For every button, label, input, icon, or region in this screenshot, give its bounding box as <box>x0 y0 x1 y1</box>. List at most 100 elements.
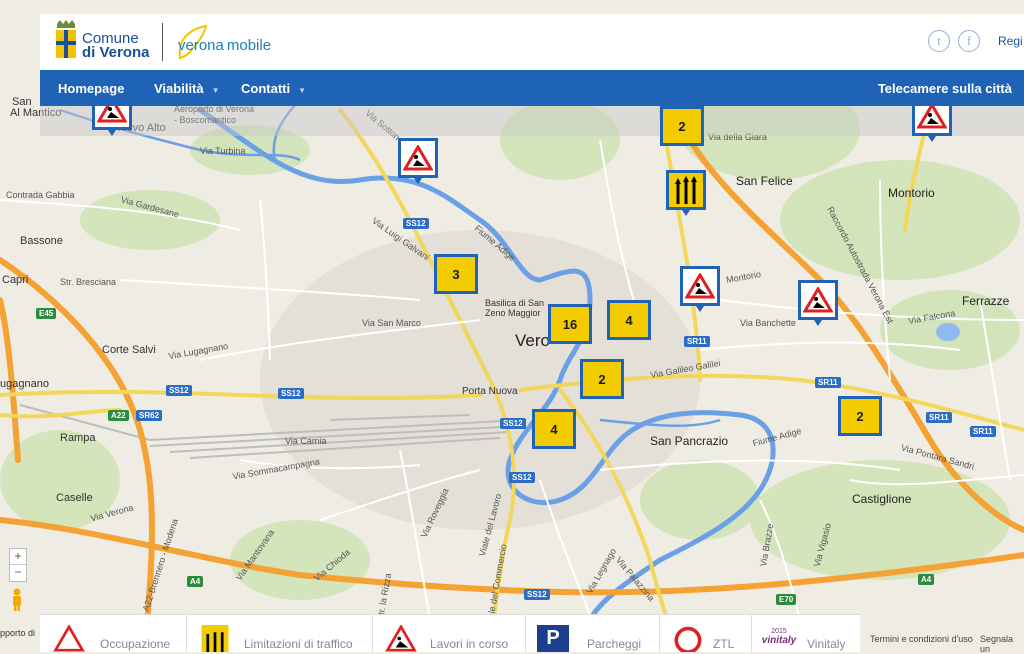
roadworks-icon <box>685 273 715 299</box>
main-nav: Homepage Viabilità ▼ Contatti ▼ Telecamere… <box>40 70 1024 106</box>
lane-restriction-icon <box>675 176 697 204</box>
legend-item-parcheggi[interactable]: P Parcheggi <box>525 615 660 652</box>
cluster-count: 2 <box>663 109 701 143</box>
cluster-marker[interactable]: 2 <box>838 396 882 436</box>
map-label: Porta Nuova <box>462 386 518 397</box>
brand-part2: mobile <box>226 37 272 54</box>
legend-item-lavori[interactable]: Lavori in corso <box>372 615 526 652</box>
cluster-count: 4 <box>535 412 573 446</box>
facebook-icon[interactable]: f <box>958 30 980 52</box>
comune-name[interactable]: Comune di Verona <box>82 31 150 61</box>
roadworks-icon <box>385 625 417 652</box>
roadworks-marker[interactable] <box>798 280 838 326</box>
ztl-icon <box>674 626 702 652</box>
roadworks-icon <box>403 145 433 171</box>
cluster-marker[interactable]: 2 <box>660 106 704 146</box>
cluster-count: 2 <box>583 362 621 396</box>
road-shield: SR11 <box>684 336 710 347</box>
vinitaly-icon: 2015 vinitaly <box>759 627 799 654</box>
road-shield: SS12 <box>278 388 304 399</box>
cluster-count: 2 <box>841 399 879 433</box>
map-label: Bassone <box>20 235 63 247</box>
map-label: Capri <box>2 274 29 286</box>
legend-label: ZTL <box>713 637 735 651</box>
register-link[interactable]: Regi <box>998 34 1023 48</box>
road-shield: A4 <box>187 576 204 587</box>
legend-label: Parcheggi <box>587 637 642 651</box>
roadworks-marker[interactable] <box>398 138 438 184</box>
map-label: Corte Salvi <box>102 344 156 356</box>
comune-line2: di Verona <box>82 44 150 61</box>
legend-label: Occupazione <box>100 637 171 651</box>
map-label: San Pancrazio <box>650 434 729 448</box>
roadworks-marker[interactable] <box>680 266 720 312</box>
site-header: Comune di Verona verona mobile t f Regi <box>40 14 1024 73</box>
map-label: San Felice <box>736 174 793 188</box>
map-label: Caselle <box>56 492 93 504</box>
map-label: Via San Marco <box>362 318 421 328</box>
chevron-down-icon: ▼ <box>298 86 307 95</box>
parking-icon: P <box>537 625 569 652</box>
nav-item-telecamere[interactable]: Telecamere sulla città <box>878 81 1012 96</box>
map-overlay-bar <box>40 106 1024 136</box>
legend-label: Limitazioni di traffico <box>244 637 353 651</box>
road-shield: SR11 <box>970 426 996 437</box>
cluster-marker[interactable]: 4 <box>607 300 651 340</box>
legend-item-occupazione[interactable]: Occupazione <box>40 615 187 652</box>
nav-label: Contatti <box>241 81 291 96</box>
cluster-count: 3 <box>437 257 475 291</box>
report-error-link[interactable]: Segnala un <box>980 634 1024 654</box>
map-label: Ferrazze <box>962 294 1010 308</box>
zoom-in-button[interactable]: + <box>10 549 26 565</box>
roadworks-icon <box>917 103 947 129</box>
map-label: Castiglione <box>852 492 912 506</box>
legend-bar: Occupazione Limitazioni di traffico Lavo… <box>40 614 860 652</box>
legend-label: Lavori in corso <box>430 637 509 651</box>
map-label: Via Turbina <box>200 146 246 156</box>
nav-label: Viabilità <box>154 81 204 96</box>
cluster-marker[interactable]: 3 <box>434 254 478 294</box>
map-label: Str. Bresciana <box>60 277 117 287</box>
cluster-marker[interactable]: 2 <box>580 359 624 399</box>
legend-item-ztl[interactable]: ZTL <box>659 615 752 652</box>
map-label: Via Banchette <box>740 318 796 328</box>
nav-item-homepage[interactable]: Homepage <box>58 81 124 96</box>
road-shield: SS12 <box>403 218 429 229</box>
road-shield: SS12 <box>166 385 192 396</box>
map-data-attribution: pporto di <box>0 628 36 638</box>
zoom-control: + − <box>9 548 27 582</box>
verona-mobile-logo[interactable]: verona mobile <box>176 22 296 62</box>
road-shield: SR11 <box>815 377 841 388</box>
warning-triangle-icon <box>53 625 85 652</box>
nav-item-viabilita[interactable]: Viabilità ▼ <box>154 81 220 96</box>
road-shield: A4 <box>918 574 935 585</box>
header-divider <box>162 23 163 61</box>
lane-restriction-icon <box>201 625 229 652</box>
road-shield: SS12 <box>500 418 526 429</box>
zoom-out-button[interactable]: − <box>10 565 26 580</box>
road-shield: E70 <box>776 594 797 605</box>
nav-item-contatti[interactable]: Contatti ▼ <box>241 81 306 96</box>
road-shield: A22 <box>108 410 129 421</box>
twitter-icon[interactable]: t <box>928 30 950 52</box>
road-shield: E45 <box>36 308 57 319</box>
terms-link[interactable]: Termini e condizioni d'uso <box>870 634 973 644</box>
map-label: ugagnano <box>0 378 49 390</box>
road-shield: SS12 <box>509 472 535 483</box>
legend-item-vinitaly[interactable]: 2015 vinitaly Vinitaly <box>751 615 860 652</box>
comune-verona-crest-icon[interactable] <box>54 20 78 60</box>
map-city-label: Vero <box>515 331 550 350</box>
legend-label: Vinitaly <box>807 637 846 651</box>
map-label: Rampa <box>60 432 96 444</box>
traffic-limitation-marker[interactable] <box>666 170 706 216</box>
cluster-count: 16 <box>551 307 589 341</box>
cluster-marker[interactable]: 4 <box>532 409 576 449</box>
map-label: Contrada Gabbia <box>6 190 75 200</box>
street-view-pegman-icon[interactable] <box>10 588 24 612</box>
roadworks-icon <box>803 287 833 313</box>
map-label: Zeno Maggior <box>485 308 541 318</box>
road-shield: SR11 <box>926 412 952 423</box>
cluster-marker[interactable]: 16 <box>548 304 592 344</box>
brand-part1: verona <box>178 37 224 54</box>
legend-item-limitazioni[interactable]: Limitazioni di traffico <box>186 615 373 652</box>
